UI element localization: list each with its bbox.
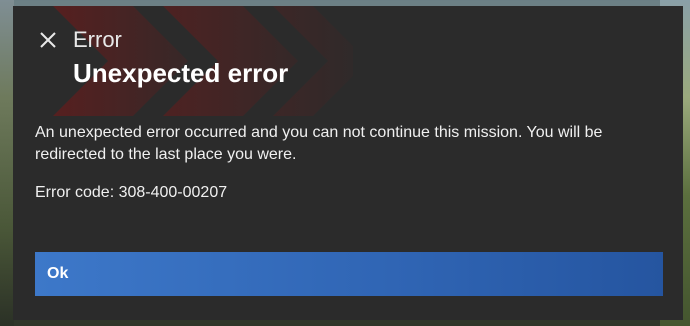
error-code: Error code: 308-400-00207: [35, 184, 228, 201]
error-message: An unexpected error occurred and you can…: [35, 124, 603, 163]
close-icon[interactable]: [37, 29, 59, 51]
background-left-strip: [0, 0, 14, 326]
header-label: Error: [73, 27, 122, 52]
ok-button[interactable]: Ok: [35, 252, 663, 296]
dialog-header: Error: [37, 28, 122, 52]
dialog-title: Unexpected error: [73, 58, 289, 88]
error-dialog: Error Unexpected error An unexpected err…: [13, 6, 683, 320]
